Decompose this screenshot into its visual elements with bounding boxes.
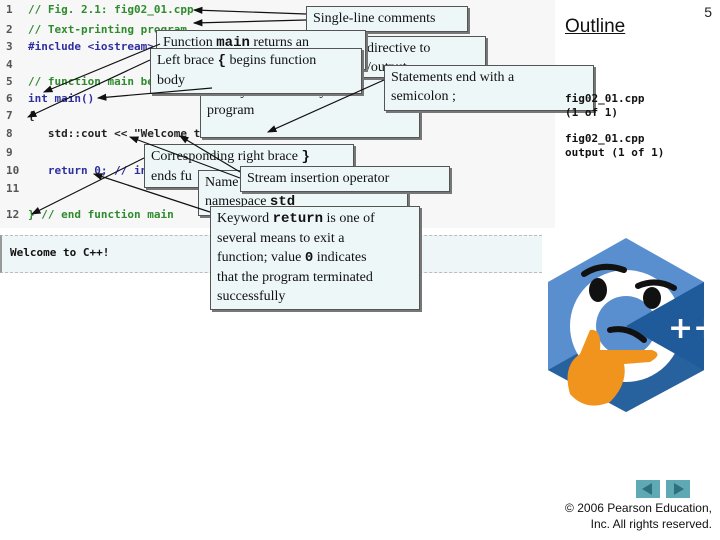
previous-slide-button[interactable]	[636, 480, 660, 498]
copyright-notice: © 2006 Pearson Education, Inc. All right…	[565, 501, 712, 531]
code-line: 3 #include <iostream>	[6, 40, 154, 53]
callout-semicolon: Statements end with a semicolon ;	[384, 65, 594, 111]
code-line: 12} // end function main	[6, 208, 174, 221]
program-output: Welcome to C++!	[10, 246, 110, 259]
outline-link-source[interactable]: fig02_01.cpp (1 of 1)	[565, 92, 644, 120]
code-line: 1// Fig. 2.1: fig02_01.cpp	[6, 3, 194, 16]
triangle-left-icon	[642, 483, 652, 495]
code-line: 7{	[6, 109, 35, 122]
code-line: 9	[6, 146, 13, 159]
callout-left-brace: Left brace { begins function body	[150, 48, 362, 94]
next-slide-button[interactable]	[666, 480, 690, 498]
outline-link-output[interactable]: fig02_01.cpp output (1 of 1)	[565, 132, 664, 160]
page-number: 5	[704, 4, 712, 20]
plus-plus-glyph: ++	[668, 311, 712, 346]
triangle-right-icon	[674, 483, 684, 495]
callout-stream-insertion: Stream insertion operator	[240, 166, 450, 192]
cpp-thinking-logo: ++	[548, 238, 712, 412]
callout-single-line-comments: Single-line comments	[306, 6, 468, 32]
outline-title[interactable]: Outline	[565, 16, 625, 38]
callout-return-keyword: Keyword return is one of several means t…	[210, 206, 420, 310]
code-line: 11	[6, 182, 20, 195]
